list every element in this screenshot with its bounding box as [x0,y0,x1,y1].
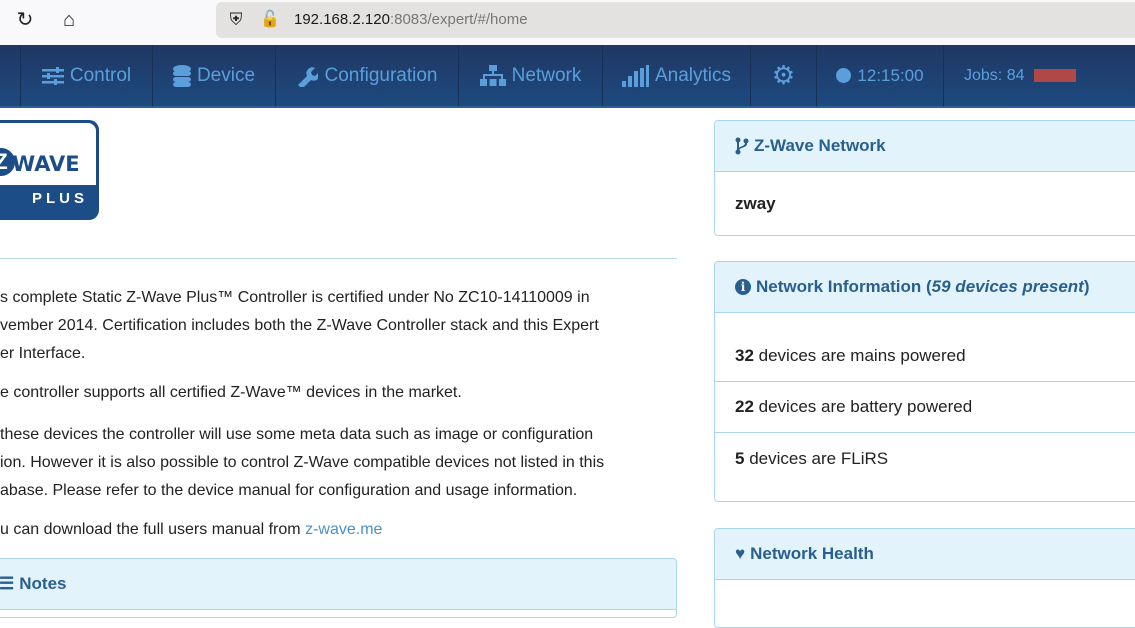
manual-link[interactable]: z-wave.me [305,521,382,538]
sitemap-icon [479,64,506,86]
info-row-flirs: 5 devices are FLiRS [715,433,1135,484]
divider [0,258,677,259]
database-icon [172,64,191,87]
battery-text: devices are battery powered [753,397,973,416]
nav-jobs[interactable]: Jobs: 84 [943,45,1135,106]
clock-time: 12:15:00 [857,65,924,85]
nav-network[interactable]: Network [458,45,602,106]
insecure-lock-icon[interactable]: 🔓 [258,8,282,32]
url-path: :8083/expert/#/home [389,11,528,28]
nav-analytics-label: Analytics [654,64,732,86]
signal-bars-icon [621,64,649,87]
zwave-network-title: Z-Wave Network [754,136,886,155]
battery-count: 22 [735,397,754,416]
nav-configuration[interactable]: Configuration [275,45,458,106]
intro-line: s complete Static Z-Wave Plus™ Controlle… [0,289,590,306]
intro-line: abase. Please refer to the device manual… [0,482,578,499]
zwave-network-panel: Z-Wave Network zway [714,120,1135,236]
nav-analytics[interactable]: Analytics [602,45,750,106]
intro-line: these devices the controller will use so… [0,426,594,443]
shield-icon[interactable]: ⛨ [224,8,248,32]
heartbeat-icon: ♥ [735,544,746,563]
mains-text: devices are mains powered [753,346,966,365]
nav-device-label: Device [196,64,256,86]
gear-icon: ⚙ [771,60,796,90]
url-host: 192.168.2.120 [294,11,390,28]
wrench-icon [298,66,319,87]
sliders-icon [41,66,64,85]
flirs-count: 5 [735,448,745,468]
network-info-title: Network Information ( [756,277,932,296]
notes-panel: ☰ Notes [0,558,677,618]
browser-toolbar: ↻ ⌂ ⛨ 🔓 192.168.2.120:8083/expert/#/home [0,0,1135,45]
intro-line: vember 2014. Certification includes both… [0,317,599,334]
nav-device[interactable]: Device [152,45,275,106]
info-circle-icon: i [735,279,751,295]
network-name: zway [735,194,776,213]
nav-settings[interactable]: ⚙ [750,45,816,106]
info-row-mains: 32 devices are mains powered [715,331,1135,382]
home-icon[interactable]: ⌂ [57,8,81,32]
network-health-panel: ♥ Network Health [714,528,1135,628]
notes-header: ☰ Notes [0,559,676,610]
intro-line: e controller supports all certified Z-Wa… [0,384,462,401]
network-health-header: ♥ Network Health [715,529,1135,580]
nav-control-label: Control [69,64,132,86]
nav-control[interactable]: Control [20,45,152,106]
manual-text: u can download the full users manual fro… [0,521,306,538]
network-info-header: i Network Information (59 devices presen… [715,262,1135,313]
network-info-panel: i Network Information (59 devices presen… [714,261,1135,502]
clock-icon [836,68,852,83]
nav-configuration-label: Configuration [324,64,438,86]
address-bar[interactable]: ⛨ 🔓 192.168.2.120:8083/expert/#/home [216,2,1135,38]
network-health-title: Network Health [750,544,874,563]
manual-line: u can download the full users manual fro… [0,516,382,544]
nav-item-partial[interactable] [0,45,20,106]
mains-count: 32 [735,346,754,365]
reload-icon[interactable]: ↻ [13,8,37,32]
title-close-paren: ) [1083,277,1090,296]
intro-line: er Interface. [0,345,86,362]
jobs-count: Jobs: 84 [964,66,1025,84]
main-nav: Control Device Configuration Network Ana… [0,45,1135,108]
zwave-network-header: Z-Wave Network [715,121,1135,172]
flirs-text: devices are FLiRS [744,448,889,468]
list-icon: ☰ [0,574,15,593]
devices-present: 59 devices present [931,277,1084,296]
jobs-queue-bar [1034,69,1077,82]
zwave-plus-logo: Z WAVE PLUS [0,120,99,220]
code-branch-icon [735,137,749,155]
nav-clock: 12:15:00 [816,45,943,106]
intro-line: ion. However it is also possible to cont… [0,454,605,471]
nav-network-label: Network [511,64,582,86]
info-row-battery: 22 devices are battery powered [715,382,1135,433]
notes-title: Notes [19,574,67,593]
